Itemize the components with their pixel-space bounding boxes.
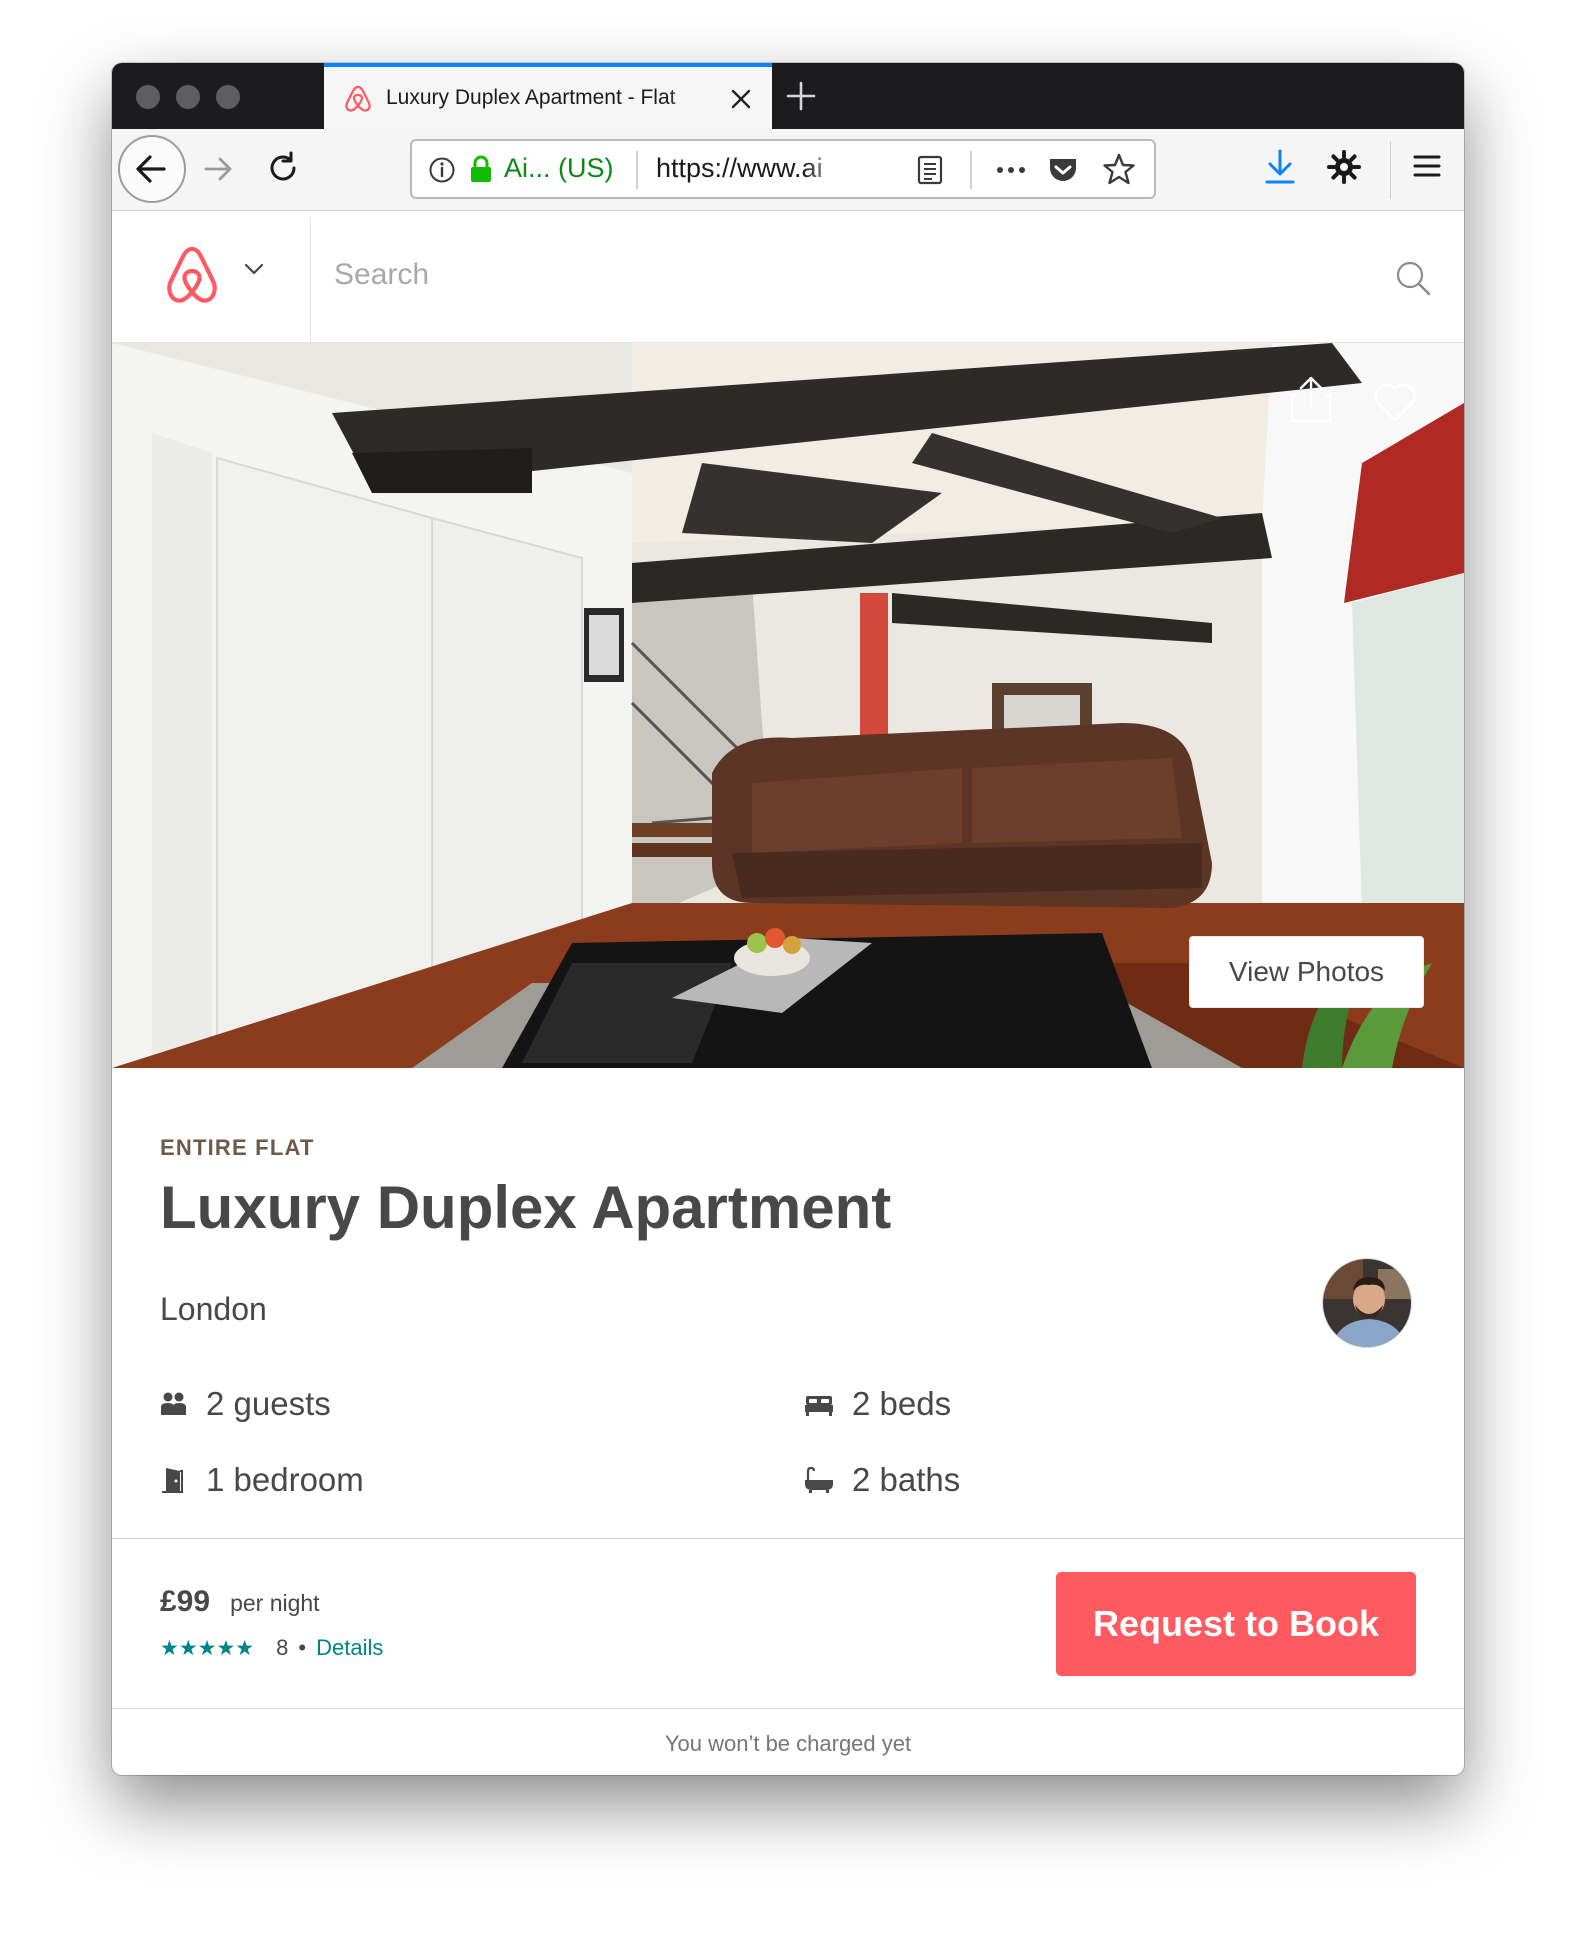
reload-icon[interactable] xyxy=(264,149,302,187)
price-unit: per night xyxy=(230,1590,320,1616)
toolbar-divider xyxy=(1390,141,1391,199)
hamburger-menu-icon[interactable] xyxy=(1412,151,1442,181)
info-icon[interactable] xyxy=(428,156,456,184)
review-count: 8 xyxy=(276,1635,289,1660)
airbnb-logo-icon[interactable] xyxy=(162,243,222,309)
reader-view-icon[interactable] xyxy=(916,154,944,186)
amenity-bedroom: 1 bedroom xyxy=(158,1461,364,1499)
footer-divider xyxy=(112,1708,1464,1709)
bedroom-label: 1 bedroom xyxy=(206,1461,364,1498)
amenity-baths: 2 baths xyxy=(804,1461,960,1499)
maximize-window-button[interactable] xyxy=(216,85,240,109)
rating-separator: • xyxy=(298,1635,307,1660)
bed-icon xyxy=(805,1396,833,1416)
price-amount: £99 xyxy=(160,1585,211,1618)
browser-tab-active[interactable]: Luxury Duplex Apartment - Flat xyxy=(324,63,772,129)
download-icon[interactable] xyxy=(1262,147,1298,187)
url-text[interactable]: https://www.ai xyxy=(656,153,852,184)
baths-label: 2 baths xyxy=(852,1461,961,1498)
airbnb-favicon-icon xyxy=(345,85,371,112)
tab-title: Luxury Duplex Apartment - Flat xyxy=(386,86,676,109)
forward-arrow-icon[interactable] xyxy=(200,151,236,187)
section-divider xyxy=(112,1538,1464,1539)
gear-icon[interactable] xyxy=(1326,149,1362,185)
details-link[interactable]: Details xyxy=(316,1635,383,1661)
site-header xyxy=(112,211,1464,343)
heart-icon[interactable] xyxy=(1372,381,1418,423)
header-divider xyxy=(310,217,311,343)
pocket-icon[interactable] xyxy=(1046,153,1080,187)
share-icon[interactable] xyxy=(1288,375,1334,425)
url-bar[interactable]: Ai... (US) https://www.ai xyxy=(410,139,1156,199)
url-divider-2 xyxy=(970,151,972,189)
window-controls xyxy=(136,85,240,109)
host-avatar[interactable] xyxy=(1322,1258,1412,1348)
not-charged-note: You won’t be charged yet xyxy=(664,1731,912,1756)
site-identity-label[interactable]: Ai... (US) xyxy=(504,153,614,184)
request-to-book-button[interactable]: Request to Book xyxy=(1056,1572,1416,1676)
chevron-down-icon[interactable] xyxy=(242,259,266,279)
guests-icon xyxy=(161,1392,186,1415)
view-photos-button[interactable]: View Photos xyxy=(1189,936,1424,1008)
lock-icon[interactable] xyxy=(468,154,494,184)
back-arrow-icon xyxy=(136,155,166,183)
url-divider xyxy=(636,151,638,189)
guests-label: 2 guests xyxy=(206,1385,331,1422)
bathtub-icon xyxy=(805,1466,833,1493)
bookmark-star-icon[interactable] xyxy=(1102,152,1136,186)
rating-block: ★★★★★ 8 • Details xyxy=(160,1635,383,1661)
more-actions-icon[interactable] xyxy=(992,154,1030,186)
price-block: £99 per night xyxy=(160,1585,320,1619)
star-rating-icon: ★★★★★ xyxy=(160,1636,255,1660)
listing-type-label: ENTIRE FLAT xyxy=(160,1135,315,1160)
tab-strip: Luxury Duplex Apartment - Flat xyxy=(112,63,1464,129)
listing-city: London xyxy=(160,1291,267,1327)
back-button[interactable] xyxy=(118,135,186,203)
search-input[interactable] xyxy=(334,247,1094,303)
door-icon xyxy=(162,1468,183,1493)
close-tab-icon[interactable] xyxy=(728,86,754,112)
amenity-beds: 2 beds xyxy=(804,1385,951,1423)
browser-window: Luxury Duplex Apartment - Flat Ai... (US… xyxy=(112,63,1464,1775)
navigation-toolbar: Ai... (US) https://www.ai xyxy=(112,129,1464,211)
search-icon[interactable] xyxy=(1394,259,1432,297)
close-window-button[interactable] xyxy=(136,85,160,109)
host-avatar-image xyxy=(1323,1259,1411,1347)
minimize-window-button[interactable] xyxy=(176,85,200,109)
listing-hero-photo[interactable]: View Photos xyxy=(112,343,1464,1068)
amenity-guests: 2 guests xyxy=(158,1385,331,1423)
new-tab-plus-icon[interactable] xyxy=(784,79,818,113)
listing-title: Luxury Duplex Apartment xyxy=(160,1174,892,1241)
beds-label: 2 beds xyxy=(852,1385,952,1422)
